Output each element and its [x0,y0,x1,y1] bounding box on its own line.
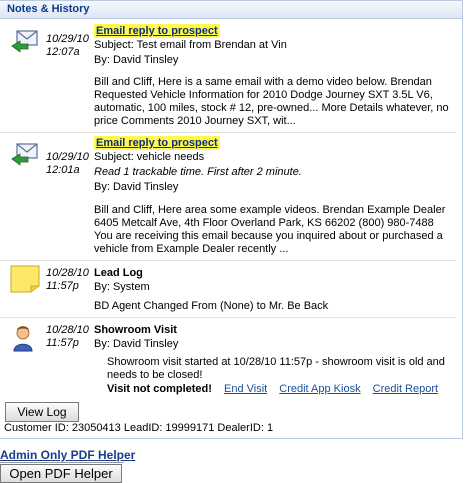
entry-author: By: David Tinsley [94,54,179,66]
sticky-note-icon [10,264,40,294]
entry-message: BD Agent Changed From (None) to Mr. Be B… [94,300,329,312]
entry-message: Bill and Cliff, Here area some example v… [94,204,446,255]
entry-author: By: David Tinsley [94,181,179,193]
entry-author: By: David Tinsley [94,338,179,350]
notes-history-panel: Notes & History 10/29/10 12:07a Email re… [0,0,463,439]
entry-subject: Subject: Test email from Brendan at Vin [94,39,287,51]
entry-title: Showroom Visit [94,324,177,336]
view-log-button[interactable]: View Log [5,402,79,422]
person-icon [10,324,40,354]
panel-title: Notes & History [0,1,462,19]
admin-pdf-helper-link[interactable]: Admin Only PDF Helper [0,448,135,462]
customer-ids: Customer ID: 23050413 LeadID: 19999171 D… [4,422,274,434]
history-entry: 10/28/10 11:57p Showroom Visit By: David… [0,318,456,395]
entry-time: 11:57p [46,280,79,292]
entry-date: 10/29/10 [46,33,89,45]
entry-time: 12:01a [46,164,80,176]
entry-title: Lead Log [94,267,143,279]
email-reply-icon [10,28,40,58]
divider [0,462,124,463]
entry-author: By: System [94,281,150,293]
email-reply-icon [10,141,40,171]
entry-message: Bill and Cliff, Here is a same email wit… [94,76,449,127]
entry-time: 12:07a [46,46,80,58]
entry-date: 10/28/10 [46,267,89,279]
entry-date: 10/29/10 [46,151,89,163]
entry-time: 11:57p [46,337,79,349]
history-entry: 10/29/10 12:01a Email reply to prospect … [0,133,456,261]
credit-report-link[interactable]: Credit Report [373,383,438,395]
history-entry: 10/28/10 11:57p Lead Log By: System BD A… [0,261,456,318]
email-reply-link[interactable]: Email reply to prospect [94,24,220,38]
end-visit-link[interactable]: End Visit [224,383,267,395]
entry-message: Showroom visit started at 10/28/10 11:57… [107,356,445,381]
history-list: 10/29/10 12:07a Email reply to prospect … [0,20,456,395]
email-reply-link[interactable]: Email reply to prospect [94,136,220,150]
open-pdf-helper-button[interactable]: Open PDF Helper [0,464,122,483]
visit-warning: Visit not completed! [107,383,212,395]
credit-app-kiosk-link[interactable]: Credit App Kiosk [279,383,360,395]
tracking-note: Read 1 trackable time. First after 2 min… [94,166,302,178]
entry-subject: Subject: vehicle needs [94,151,205,163]
entry-date: 10/28/10 [46,324,89,336]
history-entry: 10/29/10 12:07a Email reply to prospect … [0,20,456,133]
